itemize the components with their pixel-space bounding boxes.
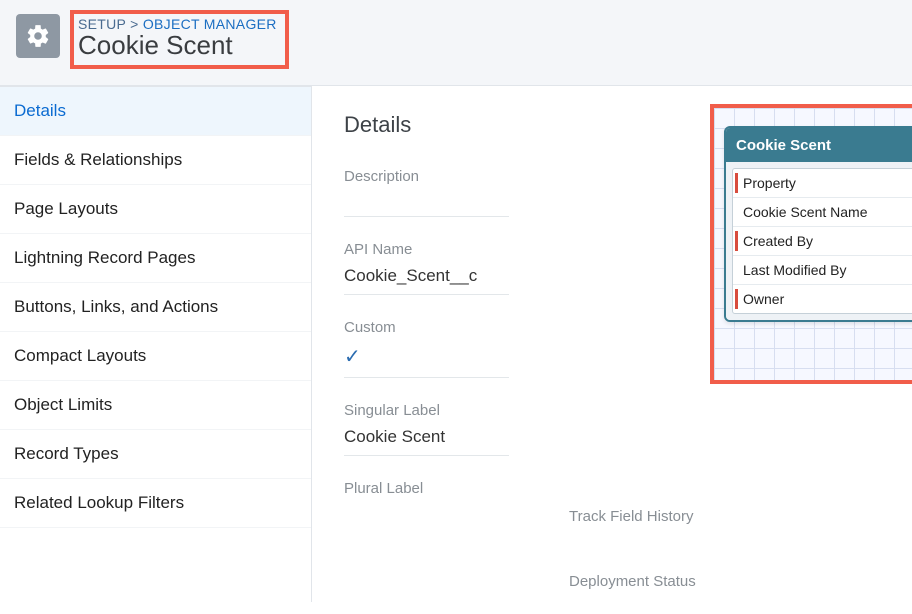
schema-field-name: Property [743,175,796,191]
schema-row[interactable]: Property Master-Detail(Property) [733,169,912,198]
field-label: Custom [344,319,509,336]
schema-field-name: Created By [743,233,813,249]
schema-row[interactable]: Cookie Scent Name Text(80) [733,198,912,227]
master-detail-bar [735,231,738,251]
schema-header: Cookie Scent ▾ [726,128,912,162]
field-label: Singular Label [344,402,509,419]
schema-field-name: Last Modified By [743,262,847,278]
header: SETUP > OBJECT MANAGER Cookie Scent [0,0,912,86]
main: Details Description API Name Cookie_Scen… [312,86,912,602]
schema-row[interactable]: Last Modified By Lookup(User) [733,256,912,285]
field-api-name: API Name Cookie_Scent__c [344,241,509,295]
field-label: Deployment Status [569,573,912,590]
schema-field-name: Cookie Scent Name [743,204,868,220]
sidebar-item-details[interactable]: Details [0,87,311,136]
master-detail-bar [735,289,738,309]
schema-overlay-highlight: Cookie Scent ▾ Property Master-Detail(Pr… [710,104,912,384]
schema-field-name: Owner [743,291,784,307]
field-plural-label: Plural Label [344,480,509,497]
field-singular-label: Singular Label Cookie Scent [344,402,509,456]
field-label: Plural Label [344,480,509,497]
field-label: API Name [344,241,509,258]
sidebar-item-related-lookup-filters[interactable]: Related Lookup Filters [0,479,311,528]
schema-title: Cookie Scent [736,137,831,154]
field-value: ✓ [344,344,509,378]
field-deployment-status: Deployment Status [569,573,912,590]
field-label: Track Field History [569,508,912,525]
sidebar-item-buttons-links-actions[interactable]: Buttons, Links, and Actions [0,283,311,332]
sidebar-item-lightning-pages[interactable]: Lightning Record Pages [0,234,311,283]
field-value [344,193,509,217]
master-detail-bar [735,173,738,193]
content: Details Fields & Relationships Page Layo… [0,86,912,602]
schema-rows: Property Master-Detail(Property) Cookie … [732,168,912,314]
sidebar-item-fields[interactable]: Fields & Relationships [0,136,311,185]
field-custom: Custom ✓ [344,319,509,378]
schema-card[interactable]: Cookie Scent ▾ Property Master-Detail(Pr… [724,126,912,322]
sidebar-item-compact-layouts[interactable]: Compact Layouts [0,332,311,381]
sidebar-item-page-layouts[interactable]: Page Layouts [0,185,311,234]
field-track-history: Track Field History [569,508,912,525]
sidebar-item-record-types[interactable]: Record Types [0,430,311,479]
schema-row[interactable]: Created By Lookup(User) [733,227,912,256]
col-left: Description API Name Cookie_Scent__c Cus… [344,168,509,614]
check-icon: ✓ [344,346,361,368]
sidebar: Details Fields & Relationships Page Layo… [0,86,312,602]
field-label: Description [344,168,509,185]
field-value: Cookie_Scent__c [344,266,509,295]
sidebar-item-object-limits[interactable]: Object Limits [0,381,311,430]
field-description: Description [344,168,509,217]
field-value: Cookie Scent [344,427,509,456]
schema-body: Property Master-Detail(Property) Cookie … [726,162,912,320]
setup-gear-icon [16,14,60,58]
schema-row[interactable]: Owner Lookup(User+1) [733,285,912,313]
title-block-highlight: SETUP > OBJECT MANAGER Cookie Scent [70,10,289,69]
page-title: Cookie Scent [78,30,277,61]
